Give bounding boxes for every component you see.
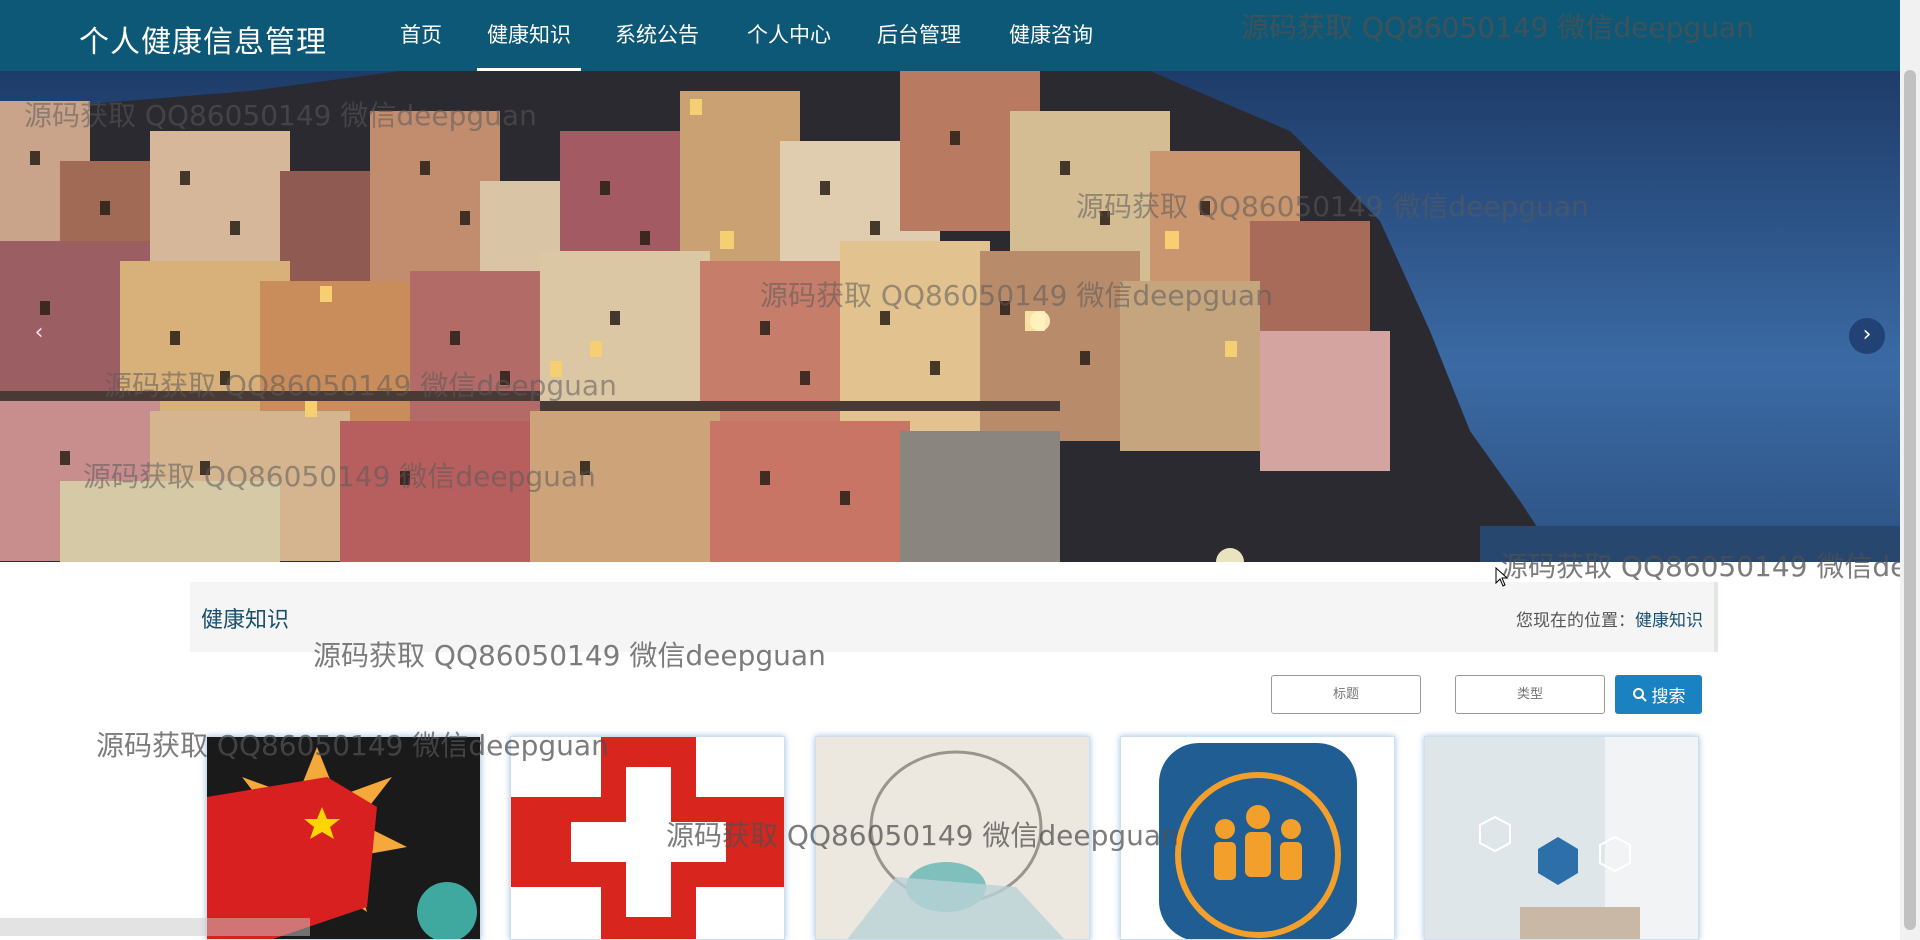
chevron-right-icon: › xyxy=(1862,322,1872,347)
nav-home[interactable]: 首页 xyxy=(400,0,442,71)
top-navbar: 个人健康信息管理 首页 健康知识 系统公告 个人中心 后台管理 健康咨询 xyxy=(0,0,1900,71)
search-button[interactable]: 搜索 xyxy=(1615,675,1702,714)
breadcrumb-prefix: 您现在的位置： xyxy=(1516,611,1635,631)
knowledge-card[interactable] xyxy=(206,736,481,940)
knowledge-card[interactable] xyxy=(815,736,1090,940)
card-image xyxy=(1121,737,1394,939)
nav-announcements[interactable]: 系统公告 xyxy=(615,0,699,71)
site-title: 个人健康信息管理 xyxy=(79,25,327,60)
nav-consultation[interactable]: 健康咨询 xyxy=(1009,0,1093,71)
banner-carousel: ‹ › xyxy=(0,71,1900,562)
nav-health-knowledge[interactable]: 健康知识 xyxy=(477,0,581,71)
scrollbar-thumb[interactable] xyxy=(1904,70,1916,930)
card-image xyxy=(1425,737,1698,939)
breadcrumb-current[interactable]: 健康知识 xyxy=(1635,611,1703,631)
card-image xyxy=(816,737,1089,939)
search-icon xyxy=(1632,687,1647,702)
banner-image xyxy=(0,71,1900,562)
card-image xyxy=(207,737,480,939)
chevron-left-icon: ‹ xyxy=(34,320,44,345)
knowledge-card[interactable] xyxy=(1120,736,1395,940)
carousel-next-button[interactable]: › xyxy=(1849,318,1885,354)
mouse-cursor-icon xyxy=(1495,567,1509,587)
knowledge-card[interactable] xyxy=(510,736,785,940)
section-title: 健康知识 xyxy=(201,608,290,633)
nav-personal-center[interactable]: 个人中心 xyxy=(747,0,831,71)
breadcrumb: 您现在的位置：健康知识 xyxy=(1516,606,1703,631)
search-button-label: 搜索 xyxy=(1651,687,1686,707)
section-header: 健康知识 您现在的位置：健康知识 xyxy=(190,582,1718,652)
card-image xyxy=(511,737,784,939)
carousel-prev-button[interactable]: ‹ xyxy=(26,316,52,350)
type-search-input[interactable] xyxy=(1455,675,1605,714)
nav-admin[interactable]: 后台管理 xyxy=(877,0,961,71)
knowledge-card[interactable] xyxy=(1424,736,1699,940)
status-bar xyxy=(0,918,310,936)
title-search-input[interactable] xyxy=(1271,675,1421,714)
